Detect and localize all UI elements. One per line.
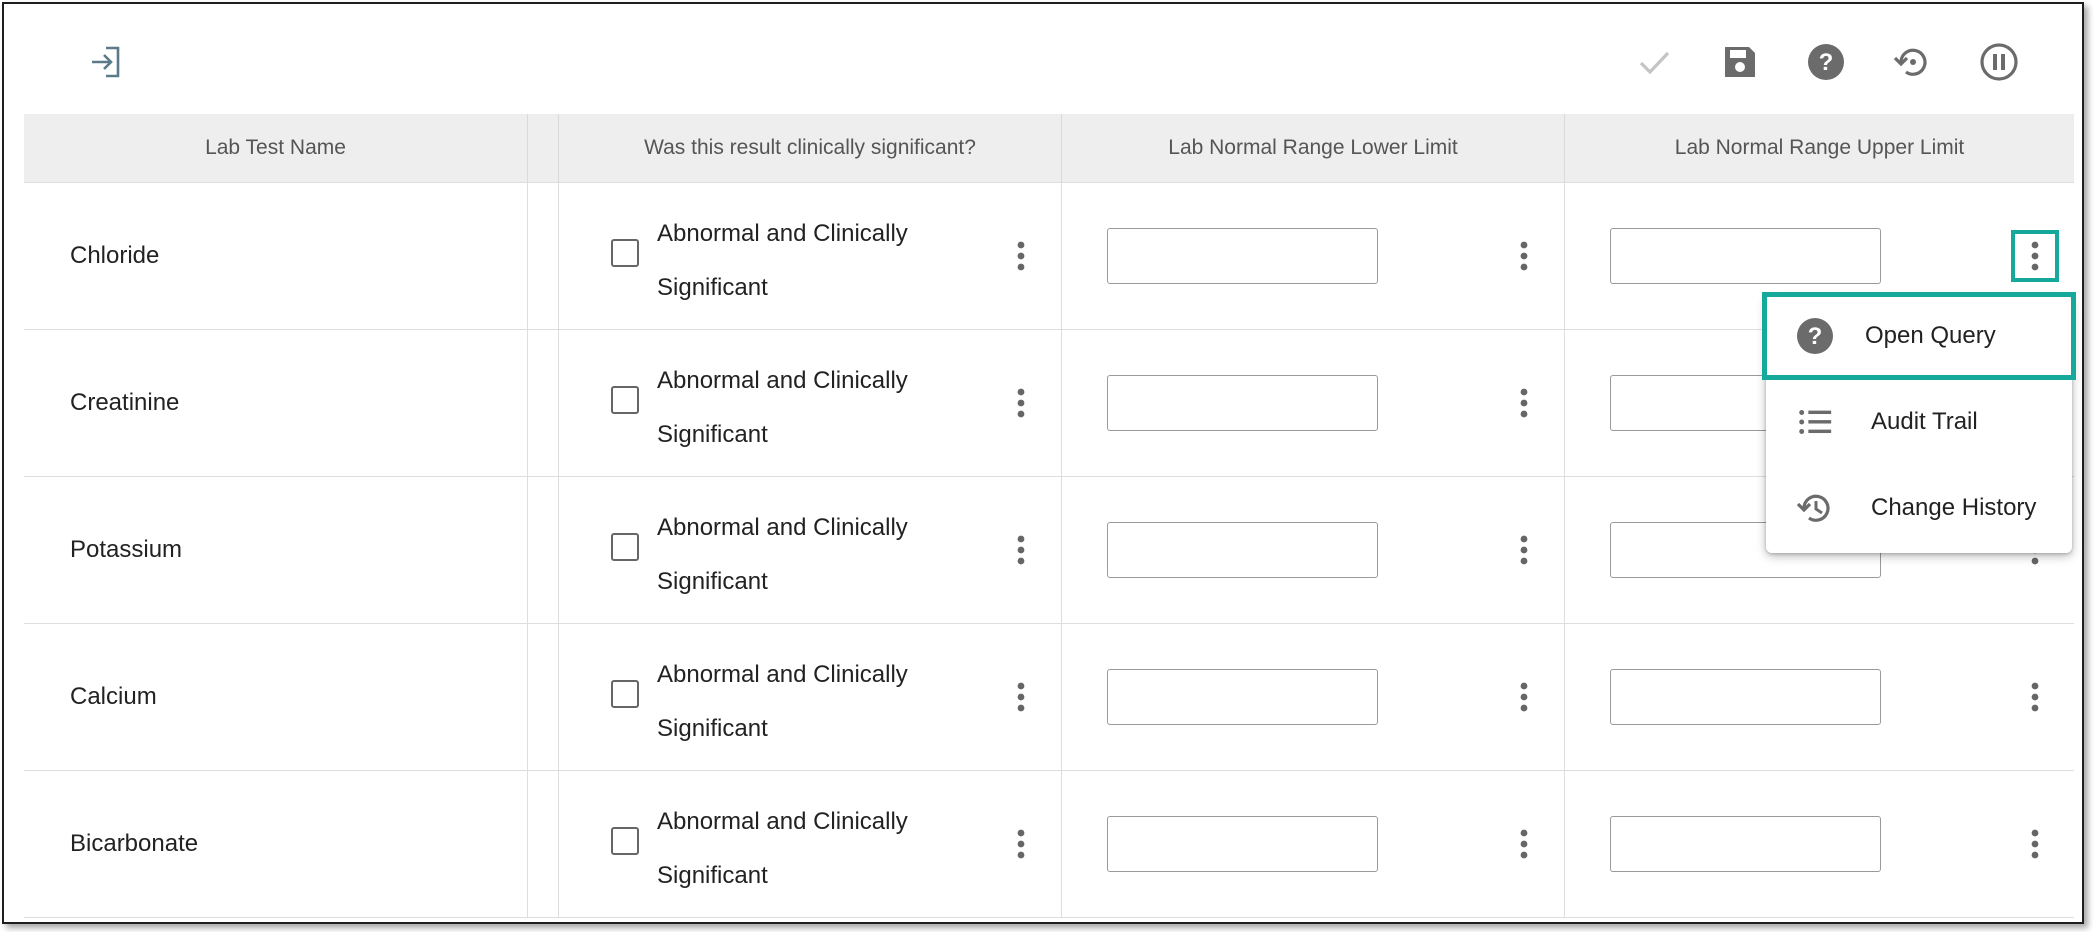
check-icon[interactable] [1634, 42, 1674, 82]
header-upper-limit: Lab Normal Range Upper Limit [1674, 136, 1965, 159]
clinically-significant-checkbox[interactable] [611, 386, 639, 414]
header-lab-test-name: Lab Test Name [24, 114, 528, 182]
header-lower-limit: Lab Normal Range Lower Limit [1062, 114, 1565, 182]
menu-item-label: Open Query [1865, 322, 1996, 349]
history-restore-icon[interactable] [1892, 42, 1932, 82]
svg-text:?: ? [1808, 323, 1823, 350]
clinically-significant-checkbox[interactable] [611, 827, 639, 855]
cell-spacer [528, 771, 559, 917]
clinically-significant-checkbox[interactable] [611, 239, 639, 267]
clinically-significant-checkbox[interactable] [611, 533, 639, 561]
lower-limit-input[interactable] [1107, 375, 1378, 431]
cell-clinically-significant: Abnormal and Clinically Significant [559, 330, 1062, 476]
field-context-menu: ? Open Query Audit Trail Change History [1762, 292, 2076, 553]
cell-lab-test-name: Calcium [24, 624, 528, 770]
lab-test-name: Bicarbonate [70, 830, 199, 857]
header-spacer [528, 114, 559, 182]
lower-limit-input[interactable] [1107, 816, 1378, 872]
app-window: ? Lab Test Name Was this result clinical… [2, 2, 2084, 924]
cell-lab-test-name: Creatinine [24, 330, 528, 476]
cell-spacer [528, 477, 559, 623]
help-circle-icon[interactable]: ? [1806, 42, 1846, 82]
lower-limit-input[interactable] [1107, 522, 1378, 578]
menu-item-label: Audit Trail [1871, 408, 1978, 435]
more-vert-icon[interactable] [1509, 680, 1539, 714]
cell-lab-test-name: Bicarbonate [24, 771, 528, 917]
upper-limit-input[interactable] [1610, 228, 1881, 284]
upper-limit-input[interactable] [1610, 816, 1881, 872]
floppy-save-icon[interactable] [1720, 42, 1760, 82]
sign-in-arrow-icon[interactable] [84, 42, 124, 82]
cell-lower-limit [1062, 771, 1565, 917]
lab-test-name: Chloride [70, 242, 160, 269]
cell-lower-limit [1062, 330, 1565, 476]
cell-lower-limit [1062, 183, 1565, 329]
lab-test-name: Creatinine [70, 389, 180, 416]
cell-clinically-significant: Abnormal and Clinically Significant [559, 624, 1062, 770]
cell-spacer [528, 183, 559, 329]
cell-lower-limit [1062, 624, 1565, 770]
more-vert-icon[interactable] [1006, 827, 1036, 861]
checkbox-label: Abnormal and Clinically Significant [657, 661, 908, 742]
lower-limit-input[interactable] [1107, 669, 1378, 725]
table-header: Lab Test Name Was this result clinically… [24, 114, 2074, 183]
more-vert-icon[interactable] [1006, 533, 1036, 567]
menu-item-audit-trail[interactable]: Audit Trail [1766, 382, 2072, 462]
more-vert-icon[interactable] [1509, 386, 1539, 420]
svg-text:?: ? [1819, 49, 1834, 76]
cell-spacer [528, 624, 559, 770]
cell-lower-limit [1062, 477, 1565, 623]
cell-upper-limit [1565, 771, 2074, 917]
cell-clinically-significant: Abnormal and Clinically Significant [559, 477, 1062, 623]
menu-item-open-query[interactable]: ? Open Query [1762, 292, 2076, 380]
lower-limit-input[interactable] [1107, 228, 1378, 284]
lab-test-name: Potassium [70, 536, 183, 563]
checkbox-label: Abnormal and Clinically Significant [657, 808, 908, 889]
checkbox-label: Abnormal and Clinically Significant [657, 220, 908, 301]
toolbar: ? [4, 4, 2082, 114]
more-vert-icon[interactable] [1006, 680, 1036, 714]
more-vert-icon[interactable] [2011, 230, 2059, 282]
cell-upper-limit [1565, 624, 2074, 770]
checkbox-label: Abnormal and Clinically Significant [657, 367, 908, 448]
header-clinically-significant: Was this result clinically significant? [559, 114, 1062, 182]
more-vert-icon[interactable] [2020, 827, 2050, 861]
list-icon [1794, 401, 1836, 443]
lab-test-name: Calcium [70, 683, 157, 710]
more-vert-icon[interactable] [1006, 386, 1036, 420]
more-vert-icon[interactable] [2020, 680, 2050, 714]
menu-item-label: Change History [1871, 494, 2037, 521]
menu-item-change-history[interactable]: Change History [1766, 468, 2072, 548]
more-vert-icon[interactable] [1509, 239, 1539, 273]
upper-limit-input[interactable] [1610, 669, 1881, 725]
help-circle-icon: ? [1794, 315, 1836, 357]
table-row: Calcium Abnormal and Clinically Signific… [24, 624, 2074, 771]
more-vert-icon[interactable] [1509, 533, 1539, 567]
more-vert-icon[interactable] [1006, 239, 1036, 273]
cell-lab-test-name: Potassium [24, 477, 528, 623]
cell-spacer [528, 330, 559, 476]
checkbox-label: Abnormal and Clinically Significant [657, 514, 908, 595]
table-row: Bicarbonate Abnormal and Clinically Sign… [24, 771, 2074, 918]
clinically-significant-checkbox[interactable] [611, 680, 639, 708]
cell-clinically-significant: Abnormal and Clinically Significant [559, 183, 1062, 329]
history-icon [1794, 487, 1836, 529]
cell-clinically-significant: Abnormal and Clinically Significant [559, 771, 1062, 917]
pause-circle-icon[interactable] [1979, 42, 2019, 82]
more-vert-icon[interactable] [1509, 827, 1539, 861]
cell-lab-test-name: Chloride [24, 183, 528, 329]
